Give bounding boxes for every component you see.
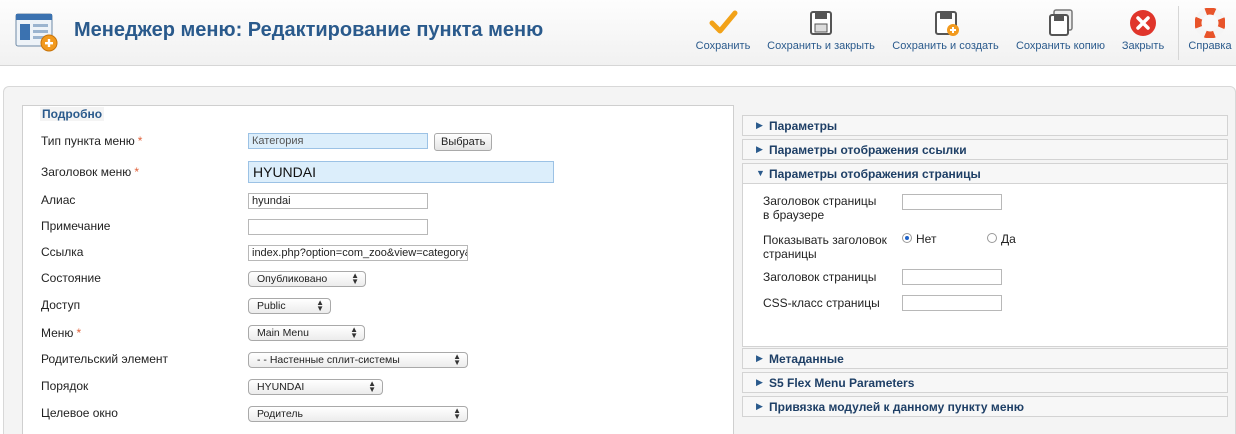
- alias-label: Алиас: [41, 193, 76, 207]
- close-label: Закрыть: [1121, 40, 1165, 52]
- show-title-yes-radio[interactable]: [987, 233, 997, 243]
- menu-label: Меню *: [41, 326, 81, 340]
- parent-select[interactable]: - - Настенные сплит-системы ▲ ▼: [248, 352, 468, 368]
- select-arrows-icon: ▲ ▼: [350, 325, 358, 340]
- browser-title-label: Заголовок страницы в браузере: [763, 194, 876, 222]
- select-arrows-icon: ▲ ▼: [453, 406, 461, 421]
- save-button[interactable]: Сохранить: [694, 8, 752, 60]
- close-icon: [1130, 10, 1156, 36]
- save-icon: [810, 11, 832, 35]
- save-new-icon: [934, 11, 959, 36]
- triangle-right-icon: ▶: [756, 377, 763, 387]
- access-label: Доступ: [41, 298, 81, 312]
- access-select[interactable]: Public ▲ ▼: [248, 298, 331, 314]
- select-arrows-icon: ▲ ▼: [351, 271, 359, 286]
- target-select[interactable]: Родитель ▲ ▼: [248, 406, 468, 422]
- menu-type-label: Тип пункта меню *: [41, 134, 142, 148]
- triangle-right-icon: ▶: [756, 401, 763, 411]
- required-mark: *: [76, 326, 82, 340]
- browser-title-label-line2: в браузере: [763, 208, 825, 222]
- triangle-right-icon: ▶: [756, 120, 763, 130]
- s5flex-panel-header[interactable]: ▶ S5 Flex Menu Parameters: [742, 372, 1228, 393]
- page-display-panel-title: Параметры отображения страницы: [769, 167, 981, 181]
- page-heading-label: Заголовок страницы: [763, 270, 877, 284]
- help-button[interactable]: Справка: [1186, 8, 1234, 60]
- close-button[interactable]: Закрыть: [1120, 8, 1166, 60]
- save-new-button[interactable]: Сохранить и создать: [890, 8, 1001, 60]
- save-copy-label: Сохранить копию: [1015, 40, 1106, 52]
- target-label: Целевое окно: [41, 406, 118, 420]
- access-select-value: Public: [257, 300, 286, 312]
- show-title-no-radio[interactable]: [902, 233, 912, 243]
- options-panel-header[interactable]: ▶ Параметры: [742, 115, 1228, 136]
- select-arrows-icon: ▲ ▼: [368, 379, 376, 394]
- help-label: Справка: [1188, 40, 1232, 52]
- css-class-input[interactable]: [902, 295, 1002, 311]
- menu-select-value: Main Menu: [257, 327, 309, 339]
- link-input[interactable]: index.php?option=com_zoo&view=category&: [248, 245, 468, 261]
- browser-title-input[interactable]: [902, 194, 1002, 210]
- note-input[interactable]: [248, 219, 428, 235]
- note-label: Примечание: [41, 219, 111, 233]
- save-close-label: Сохранить и закрыть: [767, 40, 875, 52]
- show-title-label-line2: страницы: [763, 247, 817, 261]
- page-title: Менеджер меню: Редактирование пункта мен…: [74, 19, 544, 41]
- menu-type-label-text: Тип пункта меню: [41, 134, 135, 148]
- menu-title-input[interactable]: HYUNDAI: [248, 161, 554, 183]
- triangle-right-icon: ▶: [756, 353, 763, 363]
- page-heading-input[interactable]: [902, 269, 1002, 285]
- browser-title-label-line1: Заголовок страницы: [763, 194, 877, 208]
- s5flex-panel-title: S5 Flex Menu Parameters: [769, 376, 915, 390]
- options-panel-title: Параметры: [769, 119, 838, 133]
- select-arrows-icon: ▲ ▼: [316, 298, 324, 313]
- menu-type-field[interactable]: Категория: [248, 133, 428, 149]
- menu-title-label: Заголовок меню *: [41, 165, 139, 179]
- status-select-value: Опубликовано: [257, 273, 328, 285]
- save-copy-icon: [1048, 9, 1073, 36]
- status-label: Состояние: [41, 271, 101, 285]
- order-select[interactable]: HYUNDAI ▲ ▼: [248, 379, 383, 395]
- show-title-label: Показывать заголовок страницы: [763, 233, 887, 261]
- order-label: Порядок: [41, 379, 89, 393]
- select-arrows-icon: ▲ ▼: [453, 352, 461, 367]
- parent-select-value: - - Настенные сплит-системы: [257, 354, 400, 366]
- menu-select[interactable]: Main Menu ▲ ▼: [248, 325, 365, 341]
- menu-label-text: Меню: [41, 326, 74, 340]
- order-select-value: HYUNDAI: [257, 381, 305, 393]
- menu-manager-icon: [15, 13, 58, 52]
- metadata-panel-header[interactable]: ▶ Метаданные: [742, 348, 1228, 369]
- toolbar-header: Менеджер меню: Редактирование пункта мен…: [0, 0, 1236, 66]
- details-legend: Подробно: [40, 107, 105, 121]
- modules-panel-title: Привязка модулей к данному пункту меню: [769, 400, 1024, 414]
- save-new-label: Сохранить и создать: [892, 40, 999, 52]
- help-icon: [1195, 8, 1225, 38]
- page-display-panel-header[interactable]: ▼ Параметры отображения страницы: [742, 163, 1228, 184]
- modules-panel-header[interactable]: ▶ Привязка модулей к данному пункту меню: [742, 396, 1228, 417]
- required-mark: *: [134, 165, 139, 179]
- show-title-no-label: Нет: [916, 232, 937, 246]
- show-title-label-line1: Показывать заголовок: [763, 233, 887, 247]
- metadata-panel-title: Метаданные: [769, 352, 844, 366]
- triangle-right-icon: ▶: [756, 144, 763, 154]
- parent-label: Родительский элемент: [41, 352, 169, 366]
- show-title-yes-label: Да: [1001, 232, 1016, 246]
- menu-title-label-text: Заголовок меню: [41, 165, 132, 179]
- save-close-button[interactable]: Сохранить и закрыть: [765, 8, 877, 60]
- triangle-down-icon: ▼: [756, 168, 765, 178]
- target-select-value: Родитель: [257, 408, 303, 420]
- required-mark: *: [137, 134, 143, 148]
- link-label: Ссылка: [41, 245, 84, 259]
- save-label: Сохранить: [695, 40, 751, 52]
- checkmark-icon: [709, 10, 738, 34]
- alias-input[interactable]: hyundai: [248, 193, 428, 209]
- status-select[interactable]: Опубликовано ▲ ▼: [248, 271, 366, 287]
- select-type-button[interactable]: Выбрать: [434, 133, 493, 151]
- toolbar-divider: [1178, 6, 1179, 60]
- css-class-label: CSS-класс страницы: [763, 296, 880, 310]
- save-copy-button[interactable]: Сохранить копию: [1014, 8, 1107, 60]
- link-display-panel-header[interactable]: ▶ Параметры отображения ссылки: [742, 139, 1228, 160]
- link-display-panel-title: Параметры отображения ссылки: [769, 143, 967, 157]
